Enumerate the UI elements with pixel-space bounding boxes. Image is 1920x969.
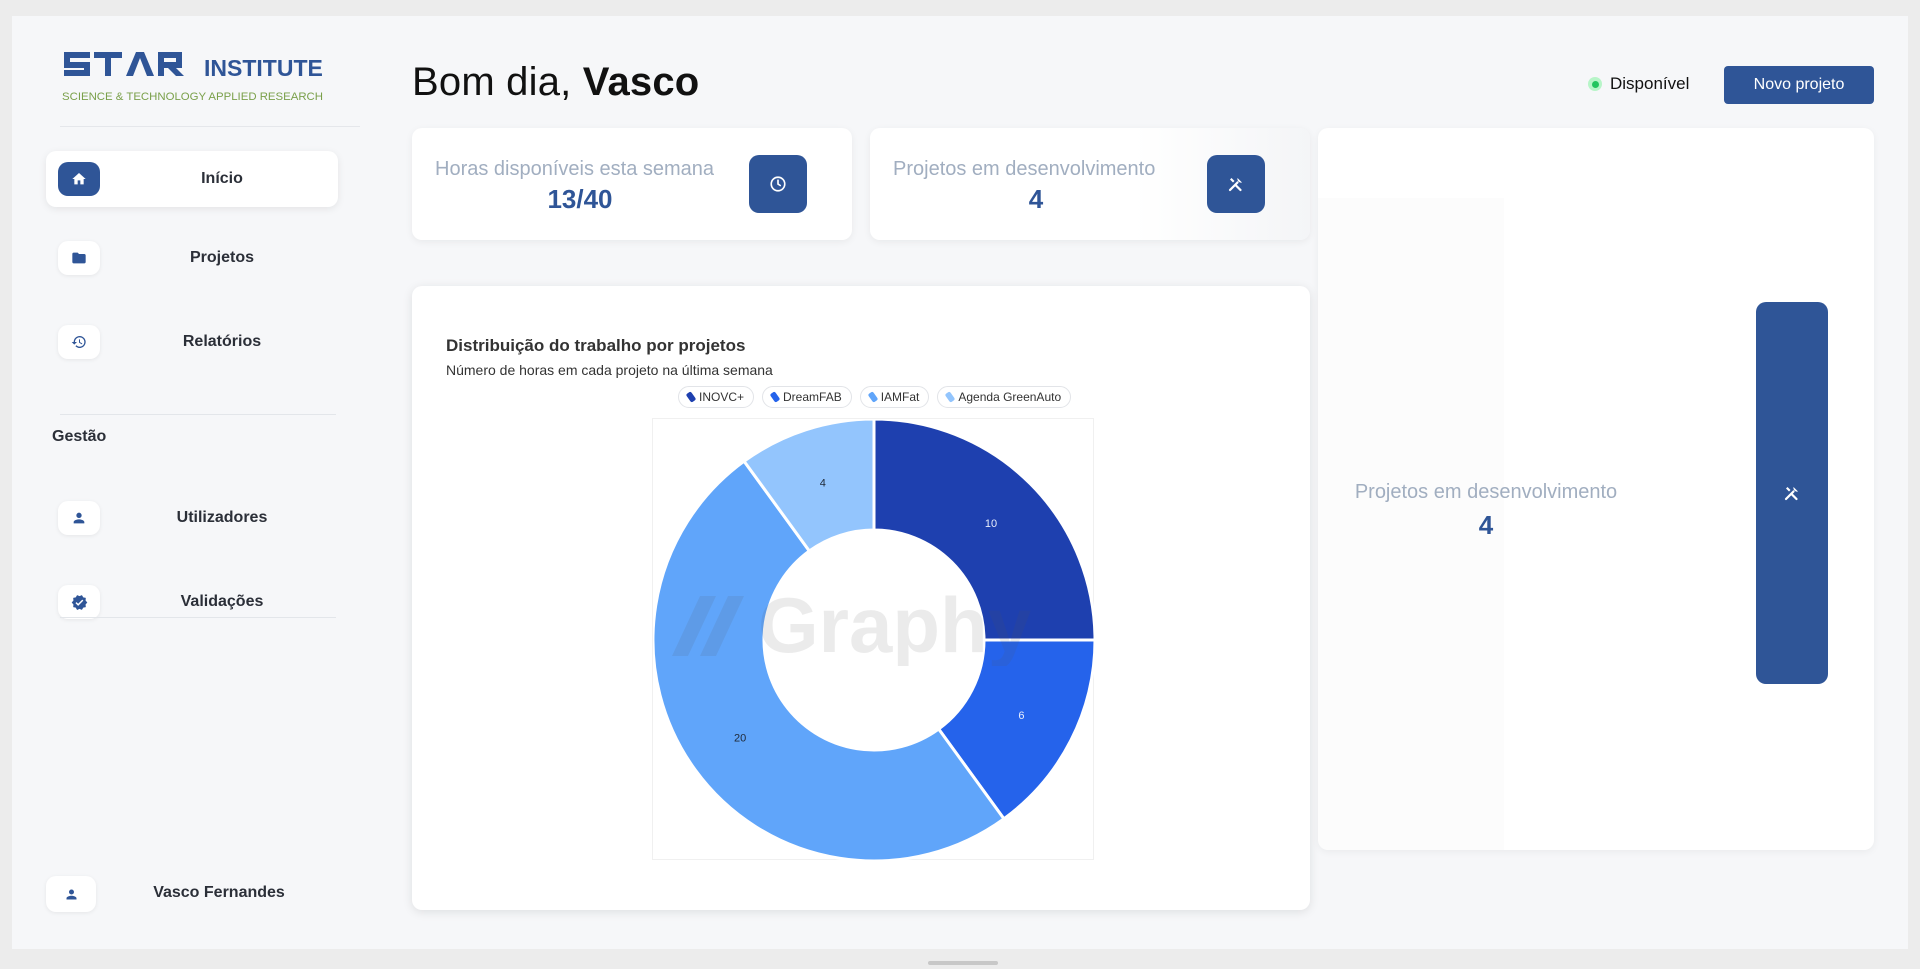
chart-subtitle: Número de horas em cada projeto na últim…	[446, 362, 773, 378]
data-label: 20	[734, 732, 746, 744]
sidebar-item-inicio[interactable]: Início	[46, 151, 338, 207]
data-label: 6	[1018, 710, 1024, 722]
legend-label: DreamFAB	[783, 390, 842, 404]
data-label: 4	[820, 478, 826, 490]
sidebar-item-label: Validações	[180, 593, 264, 610]
chart-legend: INOVC+ DreamFAB IAMFat Agenda GreenAuto	[678, 386, 1072, 408]
star-institute-logo[interactable]: INSTITUTE SCIENCE & TECHNOLOGY APPLIED R…	[62, 50, 342, 110]
legend-label: IAMFat	[880, 390, 920, 404]
legend-item[interactable]: Agenda GreenAuto	[937, 386, 1072, 408]
user-profile[interactable]: Vasco Fernandes	[34, 874, 334, 914]
sidebar-item-relatorios[interactable]: Relatórios	[46, 314, 338, 370]
section-title-gestao: Gestão	[52, 428, 107, 445]
legend-label: INOVC+	[699, 390, 745, 404]
scroll-handle[interactable]	[928, 961, 998, 965]
sidebar-item-utilizadores[interactable]: Utilizadores	[46, 490, 338, 546]
side-stat-card: Projetos em desenvolvimento 4	[1318, 128, 1874, 850]
brand-tagline: SCIENCE & TECHNOLOGY APPLIED RESEARCH	[62, 91, 323, 103]
stat-card-projects: Projetos em desenvolvimento 4	[870, 128, 1310, 240]
sidebar-item-validacoes[interactable]: Validações	[46, 574, 338, 630]
stat-label: Projetos em desenvolvimento	[1354, 481, 1618, 503]
stat-label: Horas disponíveis esta semana	[435, 158, 715, 180]
availability-status[interactable]: Disponível	[1588, 74, 1689, 94]
sidebar-item-projetos[interactable]: Projetos	[46, 230, 338, 286]
home-icon	[58, 162, 100, 196]
legend-item[interactable]: DreamFAB	[762, 386, 852, 408]
legend-swatch	[769, 391, 781, 403]
data-label: 10	[985, 518, 997, 530]
brand-name: INSTITUTE	[204, 55, 323, 81]
legend-item[interactable]: IAMFat	[859, 386, 930, 408]
status-dot-icon	[1588, 77, 1602, 91]
tools-icon	[1756, 302, 1828, 684]
page-title: Bom dia, Vasco	[412, 60, 699, 105]
sidebar: INSTITUTE SCIENCE & TECHNOLOGY APPLIED R…	[12, 16, 362, 949]
chart-card: Distribuição do trabalho por projetos Nú…	[412, 286, 1310, 910]
sidebar-item-label: Utilizadores	[176, 509, 268, 526]
legend-item[interactable]: INOVC+	[678, 386, 755, 408]
legend-swatch	[945, 391, 956, 403]
watermark-text: Graphy	[758, 586, 1031, 666]
person-icon	[58, 501, 100, 535]
stat-value: 13/40	[547, 184, 613, 214]
stat-label: Projetos em desenvolvimento	[893, 158, 1156, 180]
sidebar-item-label: Projetos	[189, 249, 254, 266]
history-icon	[58, 325, 100, 359]
sidebar-divider	[60, 414, 336, 415]
graphy-watermark: Graphy	[672, 586, 1031, 666]
clock-icon	[749, 155, 807, 213]
sidebar-item-label: Início	[201, 170, 243, 187]
status-label: Disponível	[1610, 74, 1690, 93]
legend-swatch	[685, 391, 697, 403]
logo-divider	[60, 126, 360, 127]
sidebar-divider	[60, 617, 336, 618]
legend-label: Agenda GreenAuto	[958, 390, 1062, 404]
tools-icon	[1207, 155, 1265, 213]
stat-value: 4	[1028, 184, 1044, 214]
stat-card-hours: Horas disponíveis esta semana 13/40	[412, 128, 852, 240]
greeting-user-name: Vasco	[582, 60, 700, 104]
app-window: INSTITUTE SCIENCE & TECHNOLOGY APPLIED R…	[12, 16, 1908, 949]
stat-value: 4	[1478, 510, 1494, 540]
user-name: Vasco Fernandes	[153, 884, 285, 901]
folder-icon	[58, 241, 100, 275]
person-icon	[46, 876, 96, 912]
legend-swatch	[867, 391, 879, 403]
new-project-button[interactable]: Novo projeto	[1724, 66, 1874, 104]
chart-title: Distribuição do trabalho por projetos	[446, 336, 746, 355]
verified-badge-icon	[58, 585, 100, 619]
sidebar-item-label: Relatórios	[182, 333, 262, 350]
greeting-text: Bom dia,	[412, 60, 572, 104]
